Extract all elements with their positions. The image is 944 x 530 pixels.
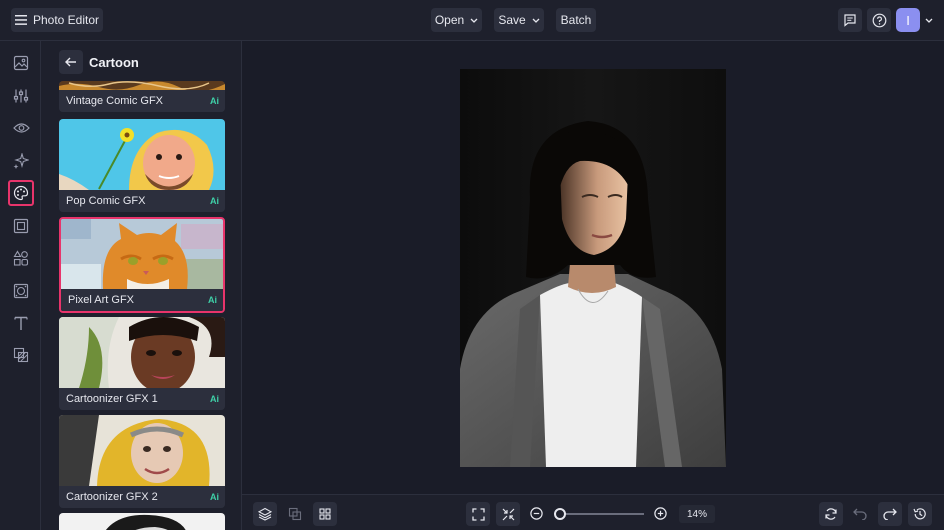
ai-badge: Ai	[208, 295, 217, 305]
effect-label-row: Vintage Comic GFX Ai	[59, 90, 225, 112]
zoom-level[interactable]: 14%	[679, 505, 715, 523]
effect-card[interactable]: Pop Comic GFX Ai	[59, 119, 225, 212]
layers-button[interactable]	[253, 502, 277, 526]
arrow-left-icon	[65, 57, 76, 67]
redo-icon	[883, 508, 897, 520]
feedback-button[interactable]	[838, 8, 862, 32]
texture-icon	[13, 347, 29, 363]
rail-graphics[interactable]	[8, 245, 34, 271]
effect-card[interactable]: Cartoonizer GFX 1 Ai	[59, 317, 225, 410]
effect-thumbnail	[61, 219, 223, 289]
user-avatar[interactable]: I	[896, 8, 920, 32]
open-button[interactable]: Open	[431, 8, 482, 32]
chat-icon	[844, 14, 856, 27]
chevron-down-icon	[470, 18, 478, 23]
save-label: Save	[498, 13, 526, 27]
overlay-icon	[13, 283, 29, 299]
app-title: Photo Editor	[32, 13, 100, 27]
open-label: Open	[434, 13, 465, 27]
effect-thumbnail	[59, 415, 225, 486]
zoom-slider-handle[interactable]	[554, 508, 566, 520]
rail-effects[interactable]	[8, 148, 34, 174]
photo-canvas[interactable]	[460, 69, 726, 467]
zoom-slider-track[interactable]	[558, 513, 644, 515]
expand-icon	[471, 507, 485, 521]
rail-overlays[interactable]	[8, 278, 34, 304]
tool-rail	[0, 41, 41, 530]
rail-textures[interactable]	[8, 342, 34, 368]
effect-label-row: Pixel Art GFX Ai	[61, 289, 223, 311]
help-button[interactable]	[867, 8, 891, 32]
ai-badge: Ai	[210, 394, 219, 404]
ai-badge: Ai	[210, 96, 219, 106]
rail-adjust[interactable]	[8, 83, 34, 109]
canvas-area[interactable]	[242, 41, 944, 494]
zoom-out-icon[interactable]	[530, 507, 543, 520]
effect-card[interactable]	[59, 513, 225, 530]
rail-image[interactable]	[8, 50, 34, 76]
sparkle-effects-icon	[13, 153, 29, 169]
ai-badge: Ai	[210, 196, 219, 206]
chevron-down-icon[interactable]	[925, 18, 933, 23]
effect-card-selected[interactable]: Pixel Art GFX Ai	[59, 217, 225, 313]
undo-icon	[853, 508, 867, 520]
compare-button[interactable]	[283, 502, 307, 526]
effect-thumbnail	[59, 119, 225, 190]
grid-icon	[319, 508, 331, 520]
image-icon	[13, 55, 29, 71]
top-bar: Photo Editor Open Save Batch I	[0, 0, 944, 41]
effect-label: Pop Comic GFX	[66, 195, 146, 207]
batch-label: Batch	[560, 13, 592, 27]
rail-text[interactable]	[8, 310, 34, 336]
effect-label-row: Cartoonizer GFX 2 Ai	[59, 486, 225, 508]
effect-card[interactable]: Vintage Comic GFX Ai	[59, 81, 225, 112]
text-icon	[14, 316, 28, 330]
eye-icon	[12, 123, 30, 133]
portrait-image	[460, 69, 726, 467]
rail-artsy[interactable]	[8, 180, 34, 206]
refresh-icon	[825, 508, 837, 520]
effect-label-row: Cartoonizer GFX 1 Ai	[59, 388, 225, 410]
shapes-icon	[13, 250, 29, 266]
compare-icon	[288, 507, 302, 521]
effects-panel: Cartoon Vintage Comic GFX Ai Pop Comic G…	[41, 41, 242, 530]
zoom-in-icon[interactable]	[654, 507, 667, 520]
avatar-initial: I	[906, 12, 910, 28]
reset-button[interactable]	[819, 502, 843, 526]
effect-thumbnail	[59, 317, 225, 388]
rail-frames[interactable]	[8, 213, 34, 239]
layers-icon	[258, 507, 272, 521]
grid-view-button[interactable]	[313, 502, 337, 526]
effect-thumbnail	[59, 513, 225, 530]
rail-touch-up[interactable]	[8, 115, 34, 141]
shrink-icon	[502, 508, 514, 520]
panel-header: Cartoon	[59, 50, 139, 74]
save-button[interactable]: Save	[494, 8, 544, 32]
actual-size-button[interactable]	[496, 502, 520, 526]
hamburger-icon	[14, 15, 27, 25]
frame-icon	[13, 218, 29, 234]
fit-screen-button[interactable]	[466, 502, 490, 526]
batch-button[interactable]: Batch	[556, 8, 596, 32]
effect-label: Vintage Comic GFX	[66, 95, 164, 107]
ai-badge: Ai	[210, 492, 219, 502]
undo-button[interactable]	[848, 502, 872, 526]
app-menu-button[interactable]: Photo Editor	[11, 8, 103, 32]
palette-artsy-icon	[13, 185, 29, 201]
effect-label: Cartoonizer GFX 2	[66, 491, 158, 503]
history-icon	[913, 508, 926, 520]
effect-card[interactable]: Cartoonizer GFX 2 Ai	[59, 415, 225, 508]
panel-title: Cartoon	[89, 54, 139, 70]
redo-button[interactable]	[878, 502, 902, 526]
back-button[interactable]	[59, 50, 83, 74]
help-icon	[872, 13, 886, 27]
effect-label-row: Pop Comic GFX Ai	[59, 190, 225, 212]
history-button[interactable]	[908, 502, 932, 526]
bottom-toolbar: 14%	[242, 494, 944, 530]
effect-label: Pixel Art GFX	[68, 294, 135, 306]
adjust-sliders-icon	[13, 89, 29, 103]
effect-label: Cartoonizer GFX 1	[66, 393, 158, 405]
chevron-down-icon	[532, 18, 540, 23]
